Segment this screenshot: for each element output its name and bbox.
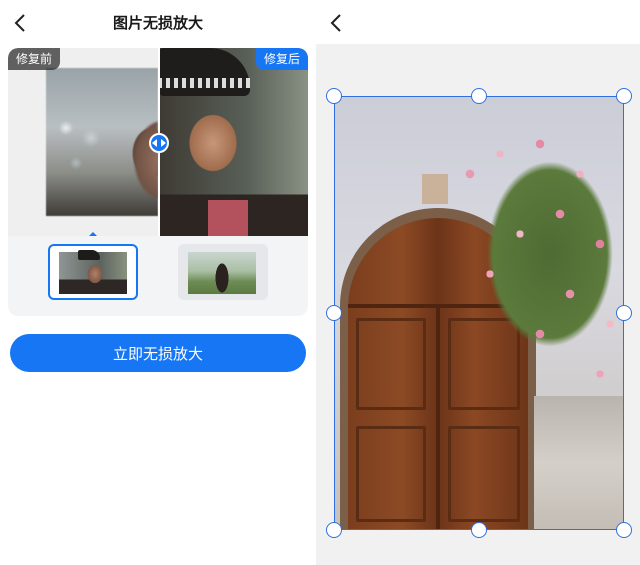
crop-handle-middle-left[interactable] (326, 305, 342, 321)
compare-slider-icon (152, 139, 166, 147)
crop-screen (316, 0, 640, 565)
door-panel (356, 318, 426, 410)
crop-handle-bottom-right[interactable] (616, 522, 632, 538)
before-face (108, 110, 158, 210)
enhance-now-button[interactable]: 立即无损放大 (10, 334, 306, 372)
before-after-compare[interactable]: 修复前 修复后 (8, 48, 308, 236)
sample-thumb-portrait-man[interactable] (48, 244, 138, 300)
door-panel (448, 426, 520, 522)
photo-rose-bush (430, 114, 624, 404)
crop-handle-top-left[interactable] (326, 88, 342, 104)
photo-stone-wall (534, 396, 624, 530)
crop-handle-bottom-center[interactable] (471, 522, 487, 538)
sample-thumb-portrait-woman[interactable] (178, 244, 268, 300)
door-panel (356, 426, 426, 522)
page-title: 图片无损放大 (112, 14, 203, 32)
crop-handle-bottom-left[interactable] (326, 522, 342, 538)
thumb-image (188, 252, 256, 294)
back-chevron-icon (330, 14, 341, 32)
crop-handle-top-right[interactable] (616, 88, 632, 104)
after-collar (208, 200, 248, 236)
sample-thumbnail-strip (8, 236, 308, 316)
crop-handle-middle-right[interactable] (616, 305, 632, 321)
thumb-hat (78, 250, 100, 260)
back-button[interactable] (326, 10, 348, 36)
crop-handle-top-center[interactable] (471, 88, 487, 104)
before-badge: 修复前 (8, 48, 61, 70)
crop-photo[interactable] (334, 96, 624, 530)
enhance-screen: 图片无损放大 修复前 修复后 立即无损放大 (0, 0, 316, 565)
crop-header (316, 0, 640, 44)
after-badge: 修复后 (255, 48, 308, 70)
compare-slider-handle[interactable] (149, 133, 169, 153)
after-hat-band (158, 78, 250, 88)
